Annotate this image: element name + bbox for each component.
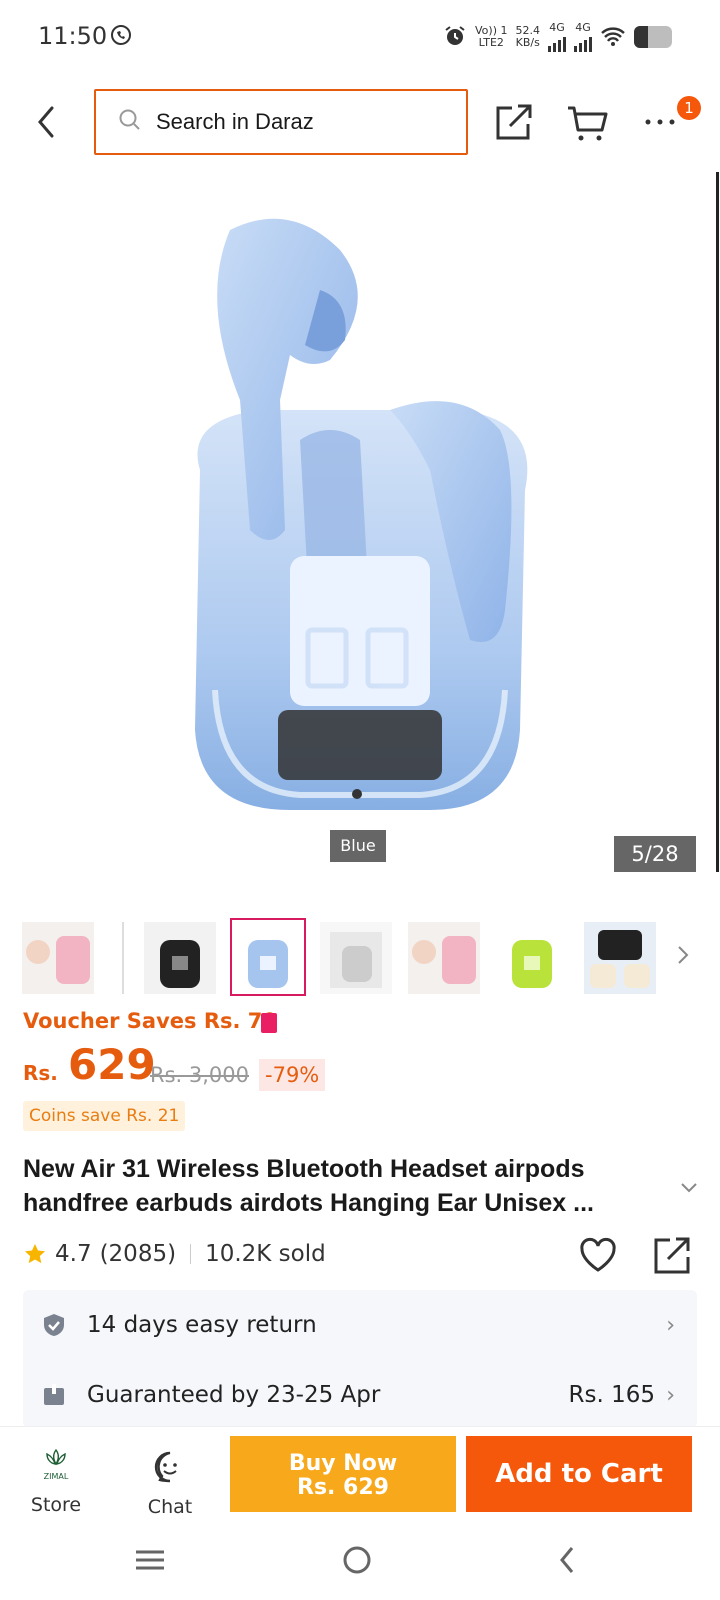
- share-icon: [654, 1237, 690, 1274]
- whatsapp-icon: [110, 24, 132, 50]
- chat-button[interactable]: Chat: [138, 1450, 202, 1518]
- chevron-right-icon: [678, 946, 689, 964]
- coins-badge: Coins save Rs. 21: [23, 1101, 186, 1131]
- earbuds-image: [195, 218, 528, 810]
- price-currency: Rs.: [23, 1061, 58, 1085]
- expand-title-button[interactable]: [680, 1178, 698, 1197]
- thumbnail[interactable]: [408, 922, 480, 994]
- buy-now-button[interactable]: Buy Now Rs. 629: [230, 1436, 456, 1512]
- chat-bubble-icon: [154, 1451, 177, 1483]
- share-product-button[interactable]: [652, 1235, 692, 1279]
- product-image[interactable]: [0, 170, 720, 870]
- thumbnail[interactable]: [584, 922, 656, 994]
- back-nav-icon[interactable]: [560, 1547, 574, 1573]
- thumbnail[interactable]: [320, 922, 392, 994]
- cart-button[interactable]: [566, 100, 610, 144]
- signal-2: 4G: [574, 22, 592, 52]
- status-bar: 11:50 Vo)) 1 LTE2 52.4 KB/s 4G 4G: [0, 0, 720, 72]
- star-icon: [25, 1244, 45, 1264]
- return-policy-row[interactable]: 14 days easy return ›: [23, 1290, 697, 1360]
- chevron-right-icon: ›: [666, 1312, 675, 1338]
- net1-label: 4G: [549, 21, 565, 34]
- thumbnail-selected[interactable]: [230, 918, 306, 996]
- thumbnail-divider: [122, 922, 124, 994]
- chevron-down-icon: [681, 1183, 697, 1193]
- speed-unit: KB/s: [515, 36, 540, 49]
- store-button[interactable]: ZIMAL Store: [30, 1446, 82, 1516]
- signal-1: 4G: [548, 22, 566, 52]
- review-count: (2085): [99, 1241, 177, 1267]
- cart-badge: 1: [677, 96, 701, 120]
- voucher-icon: [261, 1013, 277, 1033]
- chevron-left-icon: [38, 106, 54, 138]
- product-title: New Air 31 Wireless Bluetooth Headset ai…: [23, 1155, 594, 1217]
- wishlist-button[interactable]: [578, 1236, 618, 1278]
- menu-icon[interactable]: [136, 1550, 164, 1570]
- service-info-panel: 14 days easy return › Guaranteed by 23-2…: [23, 1290, 697, 1428]
- image-counter: 5/28: [614, 836, 696, 872]
- volte-indicator: Vo)) 1 LTE2: [475, 25, 507, 49]
- voucher-label[interactable]: Voucher Saves Rs. 70: [23, 1009, 277, 1033]
- thumbnail-next-button[interactable]: [676, 944, 690, 970]
- color-variant-tag: Blue: [330, 830, 386, 862]
- vertical-scrollbar[interactable]: [716, 172, 719, 872]
- heart-icon: [580, 1237, 616, 1272]
- store-logo: ZIMAL: [30, 1446, 82, 1486]
- buy-now-label: Buy Now: [288, 1451, 398, 1476]
- search-input[interactable]: Search in Daraz: [94, 89, 468, 155]
- store-logo-text: ZIMAL: [43, 1472, 69, 1481]
- battery-icon: [634, 26, 672, 48]
- cart-icon: [568, 106, 608, 141]
- search-placeholder: Search in Daraz: [156, 109, 314, 134]
- wifi-icon: [600, 25, 626, 50]
- discount-badge: -79%: [259, 1059, 326, 1091]
- store-label: Store: [30, 1494, 82, 1516]
- delivery-row[interactable]: Guaranteed by 23-25 Apr Rs. 165 ›: [23, 1360, 697, 1430]
- add-to-cart-button[interactable]: Add to Cart: [466, 1436, 692, 1512]
- thumbnail[interactable]: [144, 922, 216, 994]
- return-label: 14 days easy return: [87, 1312, 317, 1338]
- lte-text: LTE2: [478, 36, 504, 49]
- delivery-label: Guaranteed by 23-25 Apr: [87, 1382, 381, 1408]
- rating-row[interactable]: 4.7 (2085) 10.2K sold: [23, 1241, 326, 1267]
- network-speed: 52.4 KB/s: [516, 25, 541, 49]
- system-nav-bar: [0, 1530, 720, 1600]
- original-price: Rs. 3,000: [150, 1063, 250, 1087]
- back-button[interactable]: [30, 102, 66, 142]
- thumbnail-strip: [22, 918, 702, 996]
- delivery-box-icon: [41, 1382, 67, 1408]
- price-value: 629: [68, 1040, 156, 1089]
- signal-bars-icon: [548, 34, 566, 52]
- thumbnail[interactable]: [496, 922, 568, 994]
- share-icon: [496, 104, 532, 140]
- shield-icon: [41, 1312, 67, 1338]
- rating-value: 4.7: [55, 1241, 92, 1267]
- home-icon[interactable]: [343, 1546, 371, 1574]
- sold-count: 10.2K sold: [205, 1241, 326, 1267]
- chevron-right-icon: ›: [666, 1382, 675, 1408]
- thumbnail[interactable]: [22, 922, 94, 994]
- lotus-icon: [46, 1448, 66, 1466]
- status-icons: Vo)) 1 LTE2 52.4 KB/s 4G 4G: [443, 22, 672, 52]
- share-button[interactable]: [492, 100, 536, 144]
- signal-bars-icon: [574, 34, 592, 52]
- net2-label: 4G: [575, 21, 591, 34]
- chat-label: Chat: [147, 1496, 193, 1518]
- alarm-icon: [443, 24, 467, 51]
- buy-now-price: Rs. 629: [297, 1475, 389, 1500]
- delivery-fee: Rs. 165: [568, 1382, 656, 1408]
- divider: [190, 1244, 192, 1264]
- status-time: 11:50: [38, 22, 108, 50]
- search-icon: [118, 108, 142, 136]
